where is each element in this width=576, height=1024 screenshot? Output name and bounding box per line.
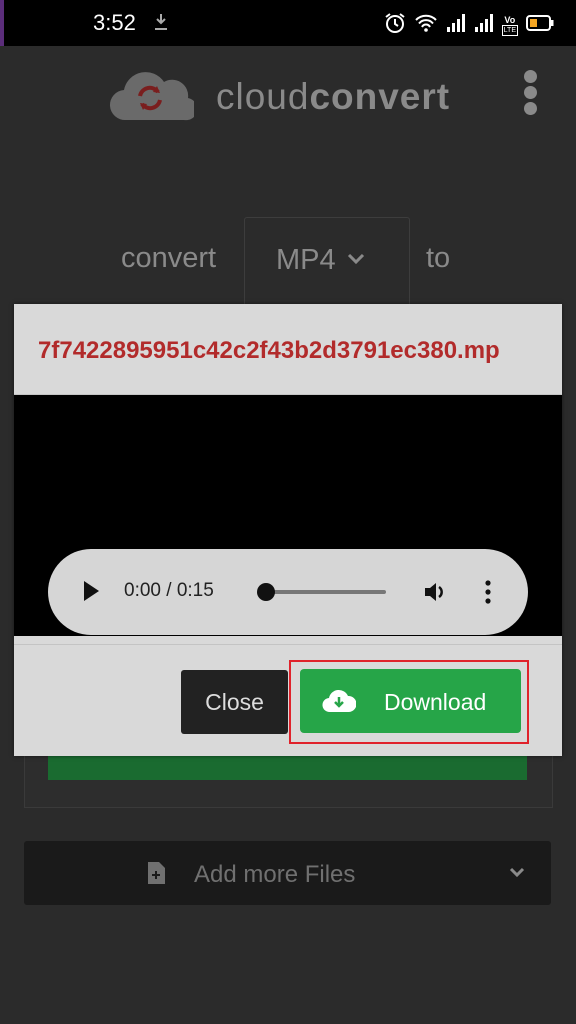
kebab-menu-icon[interactable] — [524, 70, 538, 118]
brand-name: cloudconvert — [216, 76, 450, 118]
brand-bold: convert — [309, 76, 451, 117]
file-plus-icon — [146, 861, 166, 890]
alarm-icon — [384, 12, 406, 39]
modal-title: 7f7422895951c42c2f43b2d3791ec380.mp — [38, 337, 500, 364]
status-icons: Vo LTE — [384, 12, 554, 39]
download-button-label: Download — [384, 689, 487, 715]
media-player-controls: 0:00 / 0:15 — [48, 549, 528, 635]
add-more-files-button[interactable]: Add more Files — [24, 841, 551, 905]
chevron-down-icon — [346, 252, 366, 271]
add-more-files-label: Add more Files — [194, 861, 356, 888]
seek-bar[interactable] — [262, 590, 386, 594]
to-label: to — [426, 242, 451, 274]
wifi-icon — [414, 13, 438, 38]
player-time: 0:00 / 0:15 — [124, 580, 214, 601]
format-value: MP4 — [276, 244, 336, 276]
preview-modal: 7f7422895951c42c2f43b2d3791ec380.mp 0:00… — [14, 304, 562, 756]
convert-label: convert — [121, 242, 217, 274]
battery-icon — [526, 14, 554, 37]
signal-icon — [446, 13, 466, 38]
volume-icon[interactable] — [423, 580, 449, 609]
close-button-label: Close — [205, 688, 264, 715]
status-bar: 3:52 Vo LTE — [0, 0, 576, 46]
cloud-download-icon — [322, 688, 357, 720]
seek-thumb[interactable] — [257, 583, 275, 601]
download-icon — [154, 13, 168, 36]
video-area[interactable]: 0:00 / 0:15 — [14, 395, 562, 636]
volte-icon: Vo LTE — [501, 14, 518, 36]
play-icon[interactable] — [84, 581, 99, 601]
download-button[interactable]: Download — [300, 669, 521, 733]
signal-icon — [474, 13, 494, 38]
more-options-icon[interactable] — [484, 579, 492, 610]
volte-top: Vo — [504, 14, 516, 25]
modal-header: 7f7422895951c42c2f43b2d3791ec380.mp — [14, 304, 562, 395]
modal-footer: Close Download — [14, 644, 562, 756]
close-button[interactable]: Close — [181, 670, 288, 734]
chevron-down-icon — [508, 865, 526, 883]
volte-bottom: LTE — [501, 24, 518, 36]
brand-light: cloud — [216, 76, 310, 117]
status-time: 3:52 — [93, 10, 136, 35]
cloud-convert-logo-icon — [108, 68, 198, 131]
status-bar-edge — [0, 0, 4, 46]
